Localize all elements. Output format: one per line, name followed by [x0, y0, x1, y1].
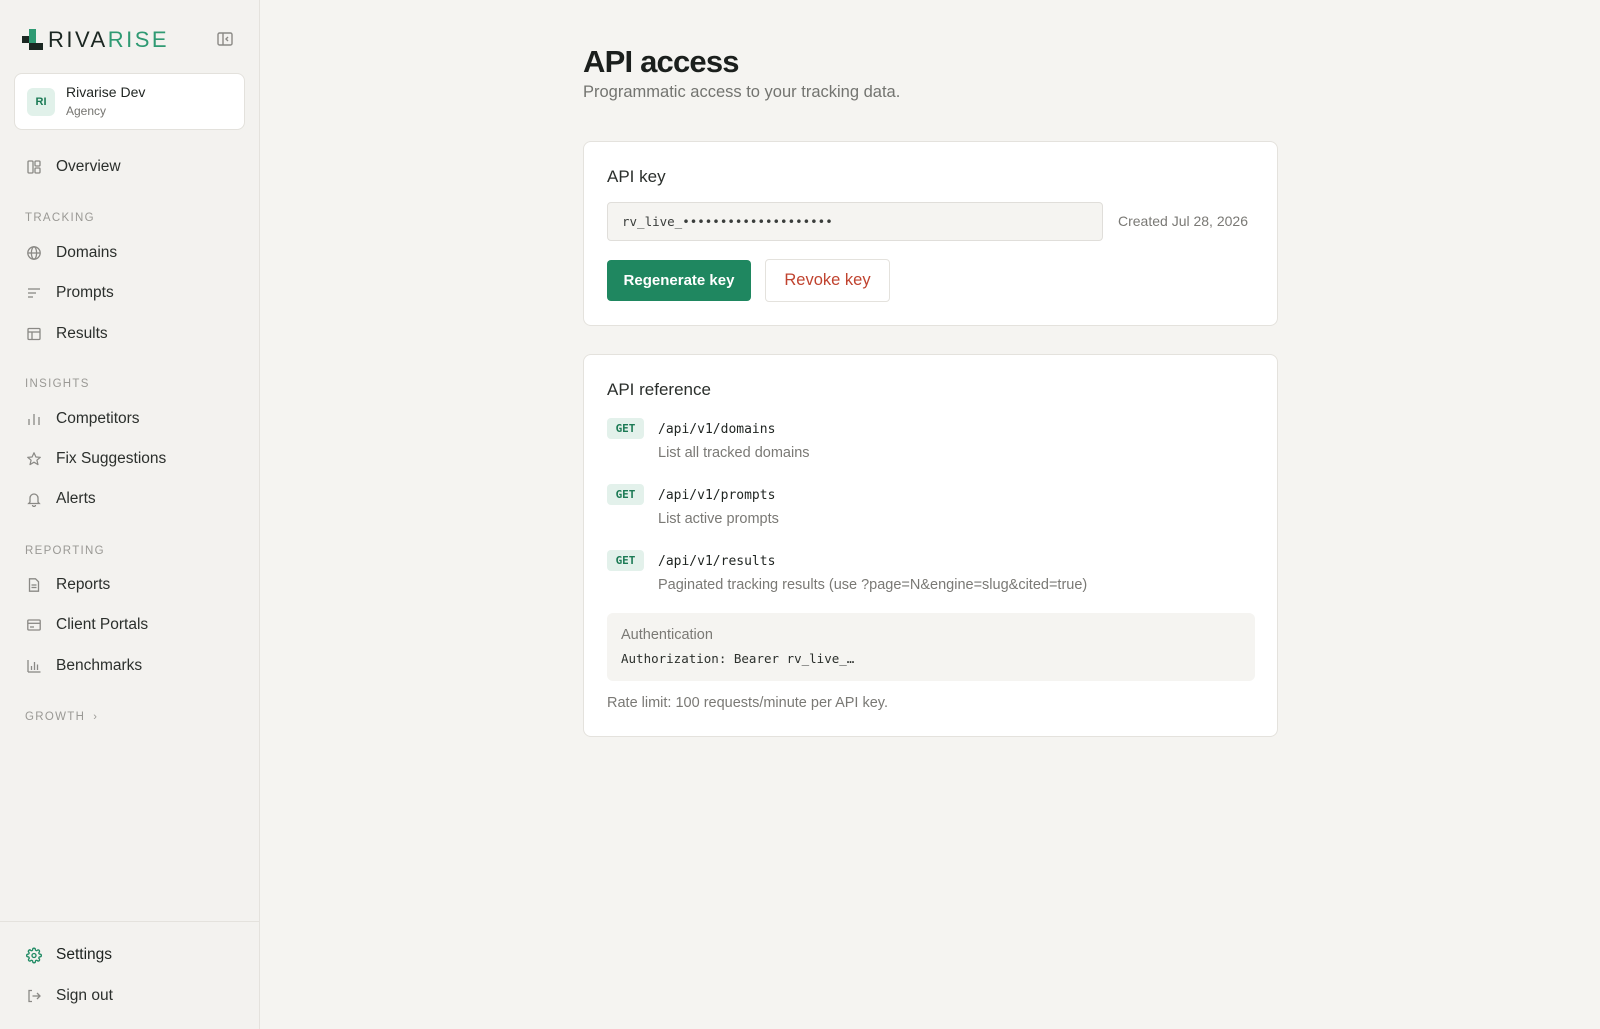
http-method-badge: GET	[607, 484, 644, 505]
workspace-type: Agency	[66, 104, 107, 118]
sidebar-collapse-icon[interactable]	[216, 31, 234, 47]
revoke-key-button[interactable]: Revoke key	[765, 259, 890, 302]
workspace-switcher[interactable]: RI Rivarise Dev Agency	[14, 73, 245, 130]
sidebar-item-label: Domains	[56, 244, 118, 261]
sidebar-item-alerts[interactable]: Alerts	[14, 481, 246, 517]
endpoint-path: /api/v1/results	[658, 554, 776, 569]
text-lines-icon	[26, 285, 42, 301]
endpoint-description: Paginated tracking results (use ?page=N&…	[658, 577, 1088, 593]
endpoint-item: GET /api/v1/domains List all tracked dom…	[607, 418, 1247, 468]
sidebar-item-settings[interactable]: Settings	[14, 937, 246, 973]
regenerate-key-button[interactable]: Regenerate key	[607, 260, 751, 301]
api-key-field[interactable]: rv_live_••••••••••••••••••••	[607, 202, 1103, 241]
sidebar-item-prompts[interactable]: Prompts	[14, 275, 246, 311]
sidebar-item-label: Competitors	[56, 410, 140, 427]
sidebar-item-client-portals[interactable]: Client Portals	[14, 607, 246, 643]
bar-chart-icon	[26, 411, 42, 427]
sidebar: RIVARISE RI Rivarise Dev Agency Overview…	[0, 0, 260, 1029]
authentication-title: Authentication	[621, 627, 713, 643]
sidebar-item-label: Fix Suggestions	[56, 450, 167, 467]
section-toggle-growth[interactable]: GROWTH ›	[25, 711, 98, 723]
page-title: API access	[583, 44, 740, 79]
endpoint-path: /api/v1/prompts	[658, 488, 776, 503]
sidebar-item-benchmarks[interactable]: Benchmarks	[14, 648, 246, 684]
sidebar-item-label: Alerts	[56, 490, 96, 507]
section-label-reporting: REPORTING	[25, 545, 105, 557]
rivarise-logo-icon	[22, 29, 43, 50]
sidebar-item-label: Reports	[56, 576, 111, 593]
endpoint-item: GET /api/v1/prompts List active prompts	[607, 484, 1247, 534]
http-method-badge: GET	[607, 550, 644, 571]
endpoint-description: List all tracked domains	[658, 445, 810, 461]
key-created-date: Created Jul 28, 2026	[1118, 213, 1248, 229]
sidebar-item-competitors[interactable]: Competitors	[14, 401, 246, 437]
document-icon	[26, 577, 42, 593]
api-reference-card: API reference GET /api/v1/domains List a…	[583, 354, 1278, 737]
api-reference-card-title: API reference	[607, 380, 711, 399]
endpoint-description: List active prompts	[658, 511, 779, 527]
browser-window-icon	[26, 617, 42, 633]
api-key-card: API key rv_live_•••••••••••••••••••• Cre…	[583, 141, 1278, 326]
sidebar-item-label: Settings	[56, 946, 113, 963]
sidebar-item-label: Client Portals	[56, 616, 149, 633]
endpoint-path: /api/v1/domains	[658, 422, 776, 437]
section-label-insights: INSIGHTS	[25, 378, 90, 390]
sidebar-item-label: Benchmarks	[56, 657, 143, 674]
sign-out-icon	[26, 988, 42, 1004]
sign-out-button[interactable]: Sign out	[14, 978, 246, 1014]
sidebar-item-reports[interactable]: Reports	[14, 567, 246, 603]
page-subtitle: Programmatic access to your tracking dat…	[583, 83, 901, 101]
http-method-badge: GET	[607, 418, 644, 439]
table-icon	[26, 326, 42, 342]
section-label-growth: GROWTH	[25, 711, 86, 723]
sidebar-item-label: Prompts	[56, 284, 114, 301]
brand-logo[interactable]: RIVARISE	[22, 27, 169, 53]
rate-limit-note: Rate limit: 100 requests/minute per API …	[607, 695, 889, 711]
endpoint-item: GET /api/v1/results Paginated tracking r…	[607, 550, 1247, 600]
gear-icon	[26, 947, 42, 963]
dashboard-icon	[26, 159, 42, 175]
sidebar-item-label: Sign out	[56, 987, 113, 1004]
sidebar-item-label: Results	[56, 325, 108, 342]
sidebar-item-domains[interactable]: Domains	[14, 235, 246, 271]
api-key-card-title: API key	[607, 167, 666, 186]
section-label-tracking: TRACKING	[25, 212, 95, 224]
brand-name: RIVARISE	[48, 27, 170, 52]
sidebar-divider	[0, 921, 260, 922]
bar-chart-axis-icon	[26, 658, 42, 674]
globe-icon	[26, 245, 42, 261]
authentication-box: Authentication Authorization: Bearer rv_…	[607, 613, 1255, 681]
chevron-right-icon: ›	[93, 711, 99, 723]
sidebar-item-fix-suggestions[interactable]: Fix Suggestions	[14, 441, 246, 477]
star-icon	[26, 451, 42, 467]
workspace-avatar: RI	[27, 88, 55, 116]
sidebar-item-results[interactable]: Results	[14, 316, 246, 352]
bell-icon	[26, 491, 42, 507]
sidebar-item-label: Overview	[56, 158, 121, 175]
workspace-name: Rivarise Dev	[66, 84, 146, 100]
authentication-header-code: Authorization: Bearer rv_live_…	[621, 651, 855, 666]
sidebar-item-overview[interactable]: Overview	[14, 149, 246, 185]
